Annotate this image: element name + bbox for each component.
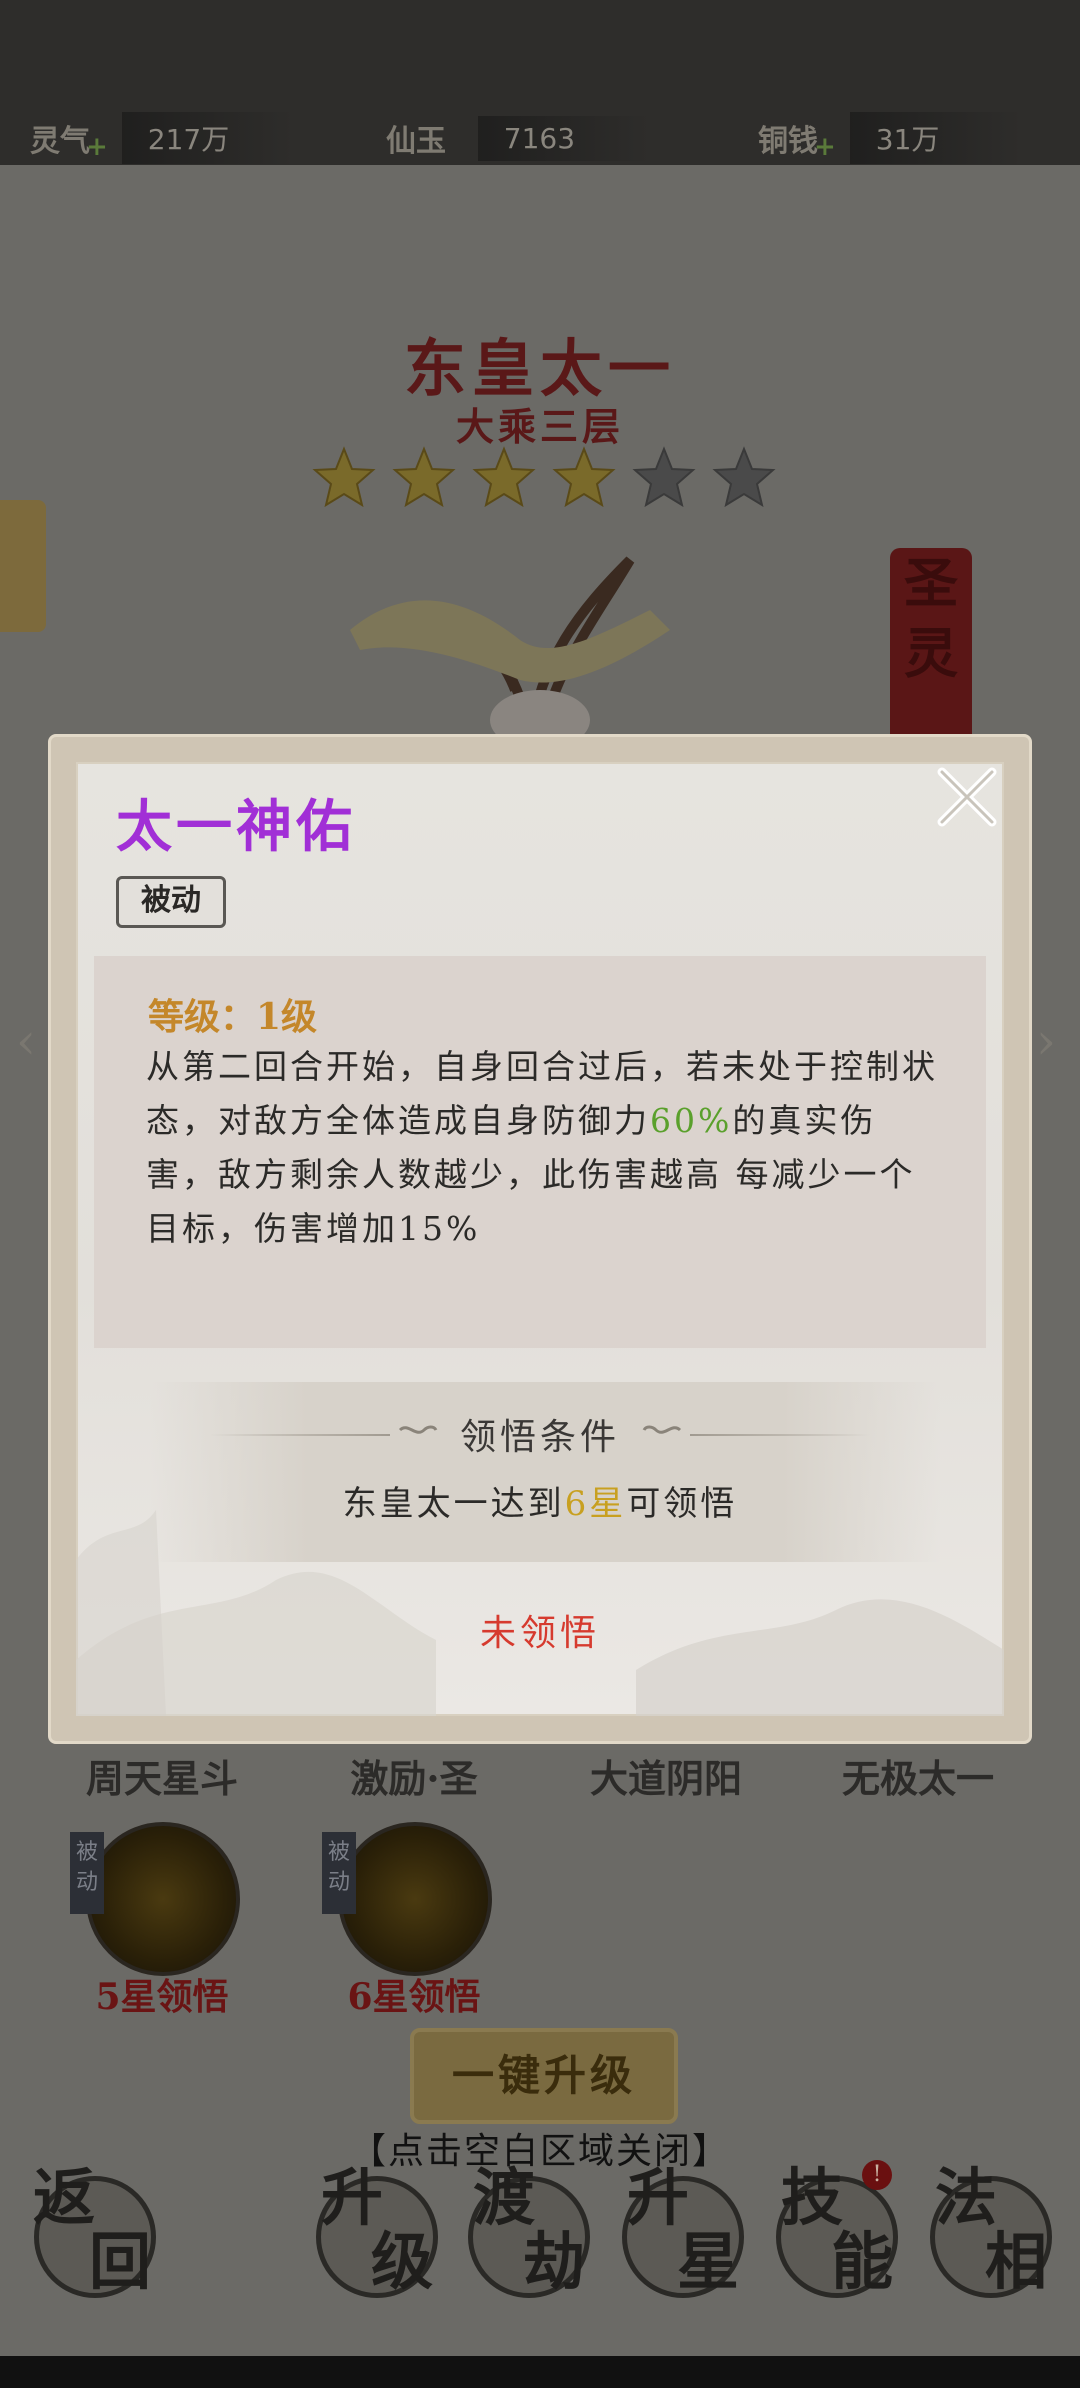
passive-tag: 被动 xyxy=(322,1832,356,1914)
nav-label: 星 xyxy=(677,2225,740,2298)
condition-title: 领悟条件 xyxy=(459,1417,620,1458)
skill-description: 从第二回合开始，自身回合过后，若未处于控制状态，对敌方全体造成自身防御力60%的… xyxy=(146,1040,946,1256)
resource-value: 31万 xyxy=(849,112,1022,164)
skill-name[interactable]: 激励·圣 xyxy=(304,1748,524,1803)
resource-value: 217万 xyxy=(121,112,294,164)
skill-button[interactable]: 技 能 xyxy=(776,2167,898,2298)
nav-label: 能 xyxy=(831,2225,894,2298)
resource-tongqian[interactable]: 铜钱 + 31万 xyxy=(758,110,1022,166)
comprehension-status: 未领悟 xyxy=(479,1613,600,1654)
notification-badge: ! xyxy=(862,2160,892,2190)
resource-value: 7163 xyxy=(477,115,650,161)
starup-button[interactable]: 升 星 xyxy=(622,2167,744,2298)
form-button[interactable]: 法 相 xyxy=(930,2167,1052,2298)
nav-label: 级 xyxy=(371,2225,434,2298)
star-empty-icon xyxy=(632,446,696,508)
close-hint-text: 【点击空白区域关闭】 xyxy=(349,2131,730,2172)
levelup-button[interactable]: 升 级 xyxy=(316,2167,438,2298)
skill-star-requirement: 5星领悟 xyxy=(95,1976,229,2018)
skill-star-requirement: 6星领悟 xyxy=(347,1976,481,2018)
condition-part: 可领悟 xyxy=(626,1484,738,1524)
upgrade-all-button[interactable]: 一键升级 xyxy=(410,2028,678,2124)
hero-type-banner: 圣灵 xyxy=(890,548,972,748)
hero-star-rating xyxy=(312,446,776,510)
plus-icon[interactable]: + xyxy=(86,132,108,162)
nav-label: 升 xyxy=(321,2161,384,2234)
resource-name: 铜钱 xyxy=(758,124,818,159)
nav-label: 劫 xyxy=(523,2225,586,2298)
plus-icon[interactable]: + xyxy=(814,132,836,162)
skill-name[interactable]: 周天星斗 xyxy=(52,1748,272,1803)
bottom-system-bar xyxy=(0,2356,1080,2388)
resource-name: 仙玉 xyxy=(386,124,446,159)
description-highlight: 60% xyxy=(650,1101,733,1140)
back-button[interactable]: 返 回 xyxy=(33,2167,156,2298)
nav-label: 回 xyxy=(89,2225,152,2298)
star-filled-icon xyxy=(392,446,456,508)
resource-name: 灵气 xyxy=(30,124,90,159)
star-filled-icon xyxy=(552,446,616,508)
star-empty-icon xyxy=(712,446,776,508)
skill-title: 太一神佑 xyxy=(116,794,356,860)
chevron-right-icon[interactable]: › xyxy=(1036,1012,1056,1070)
nav-label: 法 xyxy=(935,2161,998,2234)
condition-highlight: 6星 xyxy=(564,1484,627,1524)
condition-text: 东皇太一达到6星可领悟 xyxy=(0,1476,1080,1525)
condition-part: 东皇太一达到 xyxy=(342,1484,565,1524)
hero-name: 东皇太一 xyxy=(403,332,676,405)
shield-skill-icon[interactable] xyxy=(86,1822,240,1976)
skill-type-tag: 被动 xyxy=(116,876,226,928)
nav-label: 渡 xyxy=(473,2161,536,2234)
resource-xianyu[interactable]: 仙玉 + 7163 xyxy=(386,110,650,166)
nav-label: 技 xyxy=(781,2161,844,2234)
nav-label: 返 xyxy=(33,2161,96,2234)
hero-portrait xyxy=(350,556,670,740)
tribulation-button[interactable]: 渡 劫 xyxy=(468,2167,590,2298)
side-tab-button[interactable] xyxy=(0,500,46,632)
passive-tag: 被动 xyxy=(70,1832,104,1914)
star-filled-icon xyxy=(472,446,536,508)
skill-level: 等级：1级 xyxy=(148,996,318,1038)
emblem-skill-icon[interactable] xyxy=(338,1822,492,1976)
resource-lingqi[interactable]: 灵气 + 217万 xyxy=(30,110,294,166)
skill-name[interactable]: 大道阴阳 xyxy=(556,1748,776,1803)
skill-name[interactable]: 无极太一 xyxy=(808,1748,1028,1803)
star-filled-icon xyxy=(312,446,376,508)
chevron-left-icon[interactable]: ‹ xyxy=(16,1012,36,1070)
close-icon[interactable] xyxy=(934,764,1000,830)
nav-label: 升 xyxy=(627,2161,690,2234)
nav-label: 相 xyxy=(985,2225,1048,2298)
hero-realm: 大乘三层 xyxy=(455,404,624,449)
